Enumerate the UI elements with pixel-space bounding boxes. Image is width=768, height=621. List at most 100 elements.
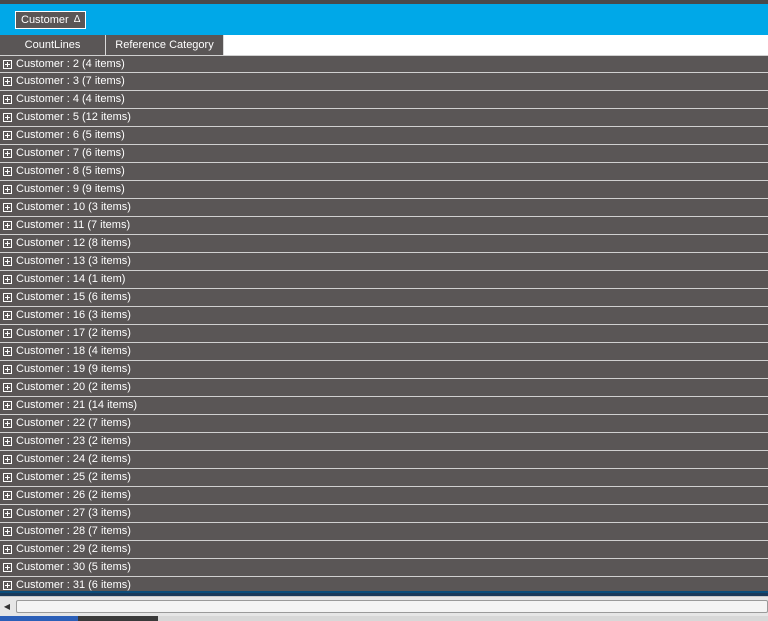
group-row-label: Customer : 5 (12 items) xyxy=(16,111,131,123)
column-header-reference-category[interactable]: Reference Category xyxy=(106,35,224,55)
group-row[interactable]: Customer : 2 (4 items) xyxy=(0,55,768,73)
group-row[interactable]: Customer : 11 (7 items) xyxy=(0,217,768,235)
expand-plus-icon[interactable] xyxy=(3,167,12,176)
group-row-label: Customer : 16 (3 items) xyxy=(16,309,131,321)
group-row-label: Customer : 26 (2 items) xyxy=(16,489,131,501)
group-by-panel: Customer Δ xyxy=(0,4,768,35)
group-row[interactable]: Customer : 16 (3 items) xyxy=(0,307,768,325)
sort-ascending-icon[interactable]: Δ xyxy=(74,15,81,25)
group-row[interactable]: Customer : 17 (2 items) xyxy=(0,325,768,343)
expand-plus-icon[interactable] xyxy=(3,419,12,428)
group-row[interactable]: Customer : 19 (9 items) xyxy=(0,361,768,379)
group-by-customer-chip[interactable]: Customer Δ xyxy=(15,11,86,29)
group-row-label: Customer : 13 (3 items) xyxy=(16,255,131,267)
group-row-label: Customer : 31 (6 items) xyxy=(16,579,131,591)
expand-plus-icon[interactable] xyxy=(3,491,12,500)
group-row-label: Customer : 21 (14 items) xyxy=(16,399,138,411)
group-row-label: Customer : 6 (5 items) xyxy=(16,129,125,141)
expand-plus-icon[interactable] xyxy=(3,545,12,554)
group-row[interactable]: Customer : 28 (7 items) xyxy=(0,523,768,541)
group-row-label: Customer : 15 (6 items) xyxy=(16,291,131,303)
group-row[interactable]: Customer : 12 (8 items) xyxy=(0,235,768,253)
expand-plus-icon[interactable] xyxy=(3,77,12,86)
expand-plus-icon[interactable] xyxy=(3,527,12,536)
group-row[interactable]: Customer : 30 (5 items) xyxy=(0,559,768,577)
expand-plus-icon[interactable] xyxy=(3,311,12,320)
expand-plus-icon[interactable] xyxy=(3,473,12,482)
group-row[interactable]: Customer : 24 (2 items) xyxy=(0,451,768,469)
expand-plus-icon[interactable] xyxy=(3,563,12,572)
expand-plus-icon[interactable] xyxy=(3,509,12,518)
group-row[interactable]: Customer : 23 (2 items) xyxy=(0,433,768,451)
expand-plus-icon[interactable] xyxy=(3,365,12,374)
group-row[interactable]: Customer : 8 (5 items) xyxy=(0,163,768,181)
group-row-label: Customer : 8 (5 items) xyxy=(16,165,125,177)
group-chip-label: Customer xyxy=(21,14,69,26)
group-row[interactable]: Customer : 10 (3 items) xyxy=(0,199,768,217)
expand-plus-icon[interactable] xyxy=(3,95,12,104)
group-row-label: Customer : 11 (7 items) xyxy=(16,219,131,231)
group-row[interactable]: Customer : 27 (3 items) xyxy=(0,505,768,523)
group-row-label: Customer : 27 (3 items) xyxy=(16,507,131,519)
expand-plus-icon[interactable] xyxy=(3,113,12,122)
expand-plus-icon[interactable] xyxy=(3,60,12,69)
column-header-row: CountLines Reference Category xyxy=(0,35,768,55)
expand-plus-icon[interactable] xyxy=(3,401,12,410)
horizontal-scrollbar[interactable]: ◀ xyxy=(0,596,768,616)
group-row-label: Customer : 20 (2 items) xyxy=(16,381,131,393)
group-row-label: Customer : 29 (2 items) xyxy=(16,543,131,555)
group-row-label: Customer : 10 (3 items) xyxy=(16,201,131,213)
expand-plus-icon[interactable] xyxy=(3,239,12,248)
group-row[interactable]: Customer : 4 (4 items) xyxy=(0,91,768,109)
expand-plus-icon[interactable] xyxy=(3,455,12,464)
group-row[interactable]: Customer : 21 (14 items) xyxy=(0,397,768,415)
group-row-label: Customer : 14 (1 item) xyxy=(16,273,126,285)
expand-plus-icon[interactable] xyxy=(3,257,12,266)
expand-plus-icon[interactable] xyxy=(3,293,12,302)
group-row-label: Customer : 18 (4 items) xyxy=(16,345,131,357)
group-row-label: Customer : 9 (9 items) xyxy=(16,183,125,195)
group-row[interactable]: Customer : 13 (3 items) xyxy=(0,253,768,271)
group-row[interactable]: Customer : 20 (2 items) xyxy=(0,379,768,397)
column-header-countlines[interactable]: CountLines xyxy=(0,35,106,55)
group-row[interactable]: Customer : 7 (6 items) xyxy=(0,145,768,163)
expand-plus-icon[interactable] xyxy=(3,203,12,212)
group-row-label: Customer : 24 (2 items) xyxy=(16,453,131,465)
expand-plus-icon[interactable] xyxy=(3,329,12,338)
scroll-left-arrow-icon[interactable]: ◀ xyxy=(0,597,14,616)
group-row-label: Customer : 4 (4 items) xyxy=(16,93,125,105)
grouped-data-grid: Customer : 2 (4 items) Customer : 3 (7 it… xyxy=(0,55,768,591)
group-row-label: Customer : 7 (6 items) xyxy=(16,147,125,159)
group-row[interactable]: Customer : 5 (12 items) xyxy=(0,109,768,127)
group-row-label: Customer : 28 (7 items) xyxy=(16,525,131,537)
expand-plus-icon[interactable] xyxy=(3,383,12,392)
group-row-label: Customer : 23 (2 items) xyxy=(16,435,131,447)
group-row-label: Customer : 19 (9 items) xyxy=(16,363,131,375)
group-row[interactable]: Customer : 25 (2 items) xyxy=(0,469,768,487)
expand-plus-icon[interactable] xyxy=(3,185,12,194)
group-row[interactable]: Customer : 31 (6 items) xyxy=(0,577,768,591)
group-row[interactable]: Customer : 29 (2 items) xyxy=(0,541,768,559)
group-row[interactable]: Customer : 3 (7 items) xyxy=(0,73,768,91)
scrollbar-thumb[interactable] xyxy=(16,600,768,613)
taskbar-segment xyxy=(78,616,158,621)
group-row-label: Customer : 17 (2 items) xyxy=(16,327,131,339)
group-row[interactable]: Customer : 22 (7 items) xyxy=(0,415,768,433)
expand-plus-icon[interactable] xyxy=(3,221,12,230)
group-row-label: Customer : 25 (2 items) xyxy=(16,471,131,483)
group-row[interactable]: Customer : 9 (9 items) xyxy=(0,181,768,199)
group-row[interactable]: Customer : 26 (2 items) xyxy=(0,487,768,505)
expand-plus-icon[interactable] xyxy=(3,131,12,140)
expand-plus-icon[interactable] xyxy=(3,581,12,590)
group-row-label: Customer : 30 (5 items) xyxy=(16,561,131,573)
group-row[interactable]: Customer : 14 (1 item) xyxy=(0,271,768,289)
expand-plus-icon[interactable] xyxy=(3,347,12,356)
group-row[interactable]: Customer : 6 (5 items) xyxy=(0,127,768,145)
taskbar-segment xyxy=(0,616,78,621)
group-row-label: Customer : 22 (7 items) xyxy=(16,417,131,429)
expand-plus-icon[interactable] xyxy=(3,275,12,284)
group-row[interactable]: Customer : 15 (6 items) xyxy=(0,289,768,307)
group-row[interactable]: Customer : 18 (4 items) xyxy=(0,343,768,361)
expand-plus-icon[interactable] xyxy=(3,437,12,446)
expand-plus-icon[interactable] xyxy=(3,149,12,158)
